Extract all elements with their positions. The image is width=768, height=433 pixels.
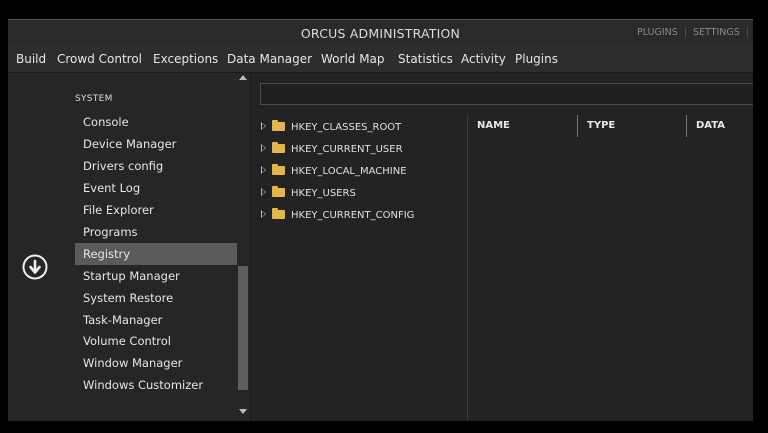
separator: |	[683, 27, 688, 38]
title-bar: ORCUS ADMINISTRATION PLUGINS | SETTINGS |	[8, 19, 753, 46]
separator: |	[745, 27, 749, 38]
tree-item-label: HKEY_USERS	[291, 188, 356, 199]
expand-arrow-icon[interactable]	[261, 166, 266, 174]
registry-path-input[interactable]	[260, 83, 753, 105]
expand-arrow-icon[interactable]	[261, 188, 266, 196]
sidebar-item-device-manager[interactable]: Device Manager	[75, 133, 237, 155]
menu-world-map[interactable]: World Map	[321, 52, 385, 66]
scroll-thumb[interactable]	[238, 266, 248, 390]
tree-item-hkey-users[interactable]: HKEY_USERS	[261, 185, 356, 203]
tree-item-label: HKEY_CURRENT_CONFIG	[291, 210, 415, 221]
menu-plugins[interactable]: Plugins	[515, 52, 558, 66]
tree-item-hkey-local-machine[interactable]: HKEY_LOCAL_MACHINE	[261, 163, 407, 181]
section-header: SYSTEM	[75, 94, 113, 104]
menu-crowd-control[interactable]: Crowd Control	[57, 52, 142, 66]
settings-link[interactable]: SETTINGS	[693, 27, 740, 38]
plugins-link[interactable]: PLUGINS	[637, 27, 678, 38]
menu-data-manager[interactable]: Data Manager	[227, 52, 312, 66]
values-table-header: NAME TYPE DATA	[468, 115, 753, 137]
tree-item-label: HKEY_CURRENT_USER	[291, 144, 403, 155]
column-header-name[interactable]: NAME	[468, 115, 578, 137]
sidebar-item-file-explorer[interactable]: File Explorer	[75, 199, 237, 221]
folder-icon	[272, 141, 285, 153]
scroll-up-icon[interactable]	[239, 75, 247, 80]
sidebar-item-task-manager[interactable]: Task-Manager	[75, 309, 237, 331]
tree-item-hkey-current-config[interactable]: HKEY_CURRENT_CONFIG	[261, 207, 414, 225]
sidebar-item-window-manager[interactable]: Window Manager	[75, 352, 237, 374]
column-header-type[interactable]: TYPE	[578, 115, 687, 137]
sidebar: SYSTEM Console Device Manager Drivers co…	[8, 73, 250, 421]
sidebar-item-programs[interactable]: Programs	[75, 221, 237, 243]
sidebar-item-windows-customizer[interactable]: Windows Customizer	[75, 374, 237, 396]
menu-activity[interactable]: Activity	[461, 52, 506, 66]
expand-arrow-icon[interactable]	[261, 210, 266, 218]
tree-item-hkey-current-user[interactable]: HKEY_CURRENT_USER	[261, 141, 403, 159]
column-header-data[interactable]: DATA	[687, 115, 753, 137]
folder-icon	[272, 185, 285, 197]
menu-statistics[interactable]: Statistics	[398, 52, 453, 66]
sidebar-item-startup-manager[interactable]: Startup Manager	[75, 265, 237, 287]
content-area: SYSTEM Console Device Manager Drivers co…	[8, 73, 753, 421]
expand-arrow-icon[interactable]	[261, 122, 266, 130]
folder-icon	[272, 163, 285, 175]
tree-item-label: HKEY_CLASSES_ROOT	[291, 122, 402, 133]
tree-item-label: HKEY_LOCAL_MACHINE	[291, 166, 407, 177]
sidebar-item-system-restore[interactable]: System Restore	[75, 287, 237, 309]
scroll-down-icon[interactable]	[239, 409, 247, 414]
folder-icon	[272, 119, 285, 131]
expand-arrow-icon[interactable]	[261, 144, 266, 152]
registry-panel: HKEY_CLASSES_ROOT HKEY_CURRENT_USER HKEY…	[250, 73, 753, 421]
app-window: ORCUS ADMINISTRATION PLUGINS | SETTINGS | B…	[8, 19, 753, 421]
sidebar-item-event-log[interactable]: Event Log	[75, 177, 237, 199]
sidebar-item-volume-control[interactable]: Volume Control	[75, 330, 237, 352]
tree-item-hkey-classes-root[interactable]: HKEY_CLASSES_ROOT	[261, 119, 401, 137]
menu-exceptions[interactable]: Exceptions	[153, 52, 218, 66]
sidebar-item-registry[interactable]: Registry	[75, 243, 237, 265]
sidebar-scrollbar[interactable]	[238, 73, 249, 421]
menu-build[interactable]: Build	[16, 52, 46, 66]
sidebar-item-console[interactable]: Console	[75, 111, 237, 133]
folder-icon	[272, 207, 285, 219]
arrow-down-circle-icon[interactable]	[22, 254, 48, 280]
title-actions: PLUGINS | SETTINGS |	[637, 27, 753, 38]
registry-tree: HKEY_CLASSES_ROOT HKEY_CURRENT_USER HKEY…	[251, 115, 468, 421]
sidebar-item-drivers-config[interactable]: Drivers config	[75, 155, 237, 177]
menu-bar: Build Crowd Control Exceptions Data Mana…	[8, 46, 753, 73]
